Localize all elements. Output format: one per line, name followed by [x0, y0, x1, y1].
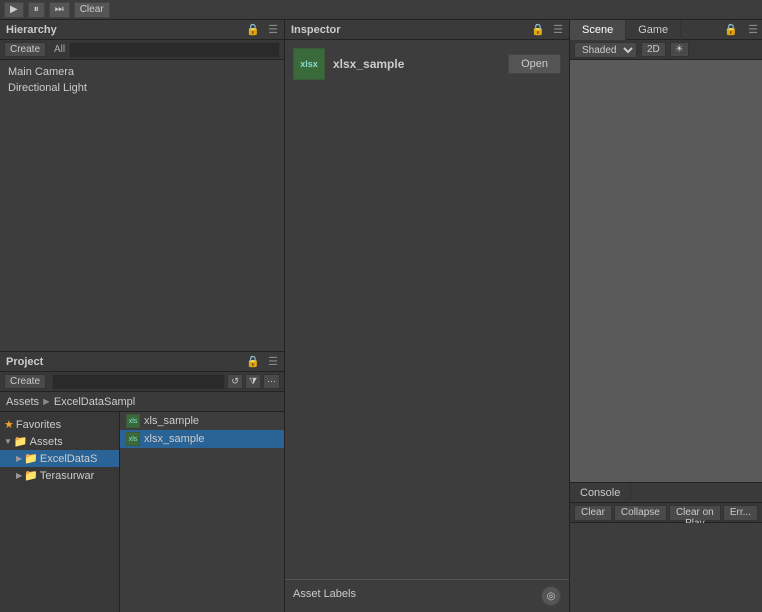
inspector-file-name: xlsx_sample: [333, 57, 404, 71]
toolbar-btn-clear[interactable]: Clear: [74, 2, 110, 18]
tree-favorites[interactable]: ★ Favorites: [0, 416, 119, 433]
xls-file-icon: xls: [126, 414, 140, 428]
breadcrumb: Assets ► ExcelDataSampl: [0, 392, 284, 412]
project-refresh-button[interactable]: ↺: [227, 374, 243, 389]
arrow-icon: ▼: [4, 437, 12, 446]
hierarchy-menu-icon: ☰: [268, 23, 278, 36]
hierarchy-toolbar: Create All: [0, 40, 284, 60]
console-header: Console: [570, 483, 762, 503]
hierarchy-header: Hierarchy 🔒 ☰: [0, 20, 284, 40]
inspector-file-icon: xlsx: [293, 48, 325, 80]
project-tree: ★ Favorites ▼ 📁 Assets ▶ 📁 ExcelDataS: [0, 412, 120, 612]
main-layout: Hierarchy 🔒 ☰ Create All Main Camera Dir…: [0, 20, 762, 612]
console-error-button[interactable]: Err...: [723, 505, 758, 521]
breadcrumb-assets[interactable]: Assets: [6, 396, 39, 408]
scene-view: [570, 60, 762, 482]
hierarchy-item-directional-light[interactable]: Directional Light: [0, 80, 284, 96]
console-tab[interactable]: Console: [570, 483, 631, 503]
console-clear-button[interactable]: Clear: [574, 505, 612, 521]
inspector-file-row: xlsx xlsx_sample Open: [293, 48, 561, 80]
file-xls-sample[interactable]: xls xls_sample: [120, 412, 284, 430]
console-content: [570, 523, 762, 612]
project-header: Project 🔒 ☰: [0, 352, 284, 372]
right-panel: Scene Game 🔒 ☰ Shaded 2D ☀ Console Clear: [570, 20, 762, 612]
subfolder2-arrow-icon: ▶: [16, 471, 22, 480]
project-files: xls xls_sample xls xlsx_sample: [120, 412, 284, 612]
scene-lock-icon: 🔒: [718, 23, 744, 36]
project-search-input[interactable]: [52, 374, 225, 390]
scene-toolbar: Shaded 2D ☀: [570, 40, 762, 60]
project-panel: Project 🔒 ☰ Create ↺ ⧩ ⋯ Assets ► ExcelD…: [0, 352, 284, 612]
subfolder-folder-icon: 📁: [24, 452, 38, 465]
project-content: ★ Favorites ▼ 📁 Assets ▶ 📁 ExcelDataS: [0, 412, 284, 612]
hierarchy-lock-icon: 🔒: [246, 23, 260, 36]
console-clear-on-play-button[interactable]: Clear on Play: [669, 505, 721, 521]
tab-scene[interactable]: Scene: [570, 20, 626, 40]
left-panel: Hierarchy 🔒 ☰ Create All Main Camera Dir…: [0, 20, 285, 612]
inspector-lock-icon: 🔒: [531, 23, 545, 36]
asset-label-button[interactable]: ◎: [541, 586, 561, 606]
xlsx-file-icon: xls: [126, 432, 140, 446]
subfolder2-folder-icon: 📁: [24, 469, 38, 482]
inspector-menu-icon: ☰: [553, 23, 563, 36]
tree-terasurwar[interactable]: ▶ 📁 Terasurwar: [0, 467, 119, 484]
scene-menu-icon: ☰: [744, 23, 762, 36]
hierarchy-title: Hierarchy: [6, 24, 57, 36]
hierarchy-item-main-camera[interactable]: Main Camera: [0, 64, 284, 80]
inspector-panel: Inspector 🔒 ☰ xlsx xlsx_sample Open Asse…: [285, 20, 570, 612]
breadcrumb-folder[interactable]: ExcelDataSampl: [54, 396, 135, 408]
console-collapse-button[interactable]: Collapse: [614, 505, 667, 521]
subfolder-arrow-icon: ▶: [16, 454, 22, 463]
hierarchy-search-input[interactable]: [69, 42, 280, 58]
asset-labels-title: Asset Labels: [293, 588, 356, 600]
project-options-button[interactable]: ⋯: [263, 374, 280, 389]
project-menu-icon: ☰: [268, 355, 278, 368]
top-toolbar: ▶ ⏸ ⏭ Clear: [0, 0, 762, 20]
inspector-content: xlsx xlsx_sample Open: [285, 40, 569, 579]
tree-assets[interactable]: ▼ 📁 Assets: [0, 433, 119, 450]
scene-game-header: Scene Game 🔒 ☰: [570, 20, 762, 40]
breadcrumb-separator: ►: [41, 396, 52, 408]
toolbar-btn-2[interactable]: ⏸: [28, 2, 45, 18]
star-icon: ★: [4, 418, 14, 431]
hierarchy-content: Main Camera Directional Light: [0, 60, 284, 351]
inspector-title: Inspector: [291, 24, 341, 36]
inspector-open-button[interactable]: Open: [508, 54, 561, 74]
project-title: Project: [6, 356, 43, 368]
project-toolbar: Create ↺ ⧩ ⋯: [0, 372, 284, 392]
project-lock-icon: 🔒: [246, 355, 260, 368]
inspector-bottom: Asset Labels ◎: [285, 579, 569, 612]
mode-2d-button[interactable]: 2D: [641, 42, 666, 57]
toolbar-btn-1[interactable]: ▶: [4, 2, 24, 18]
file-xlsx-sample[interactable]: xls xlsx_sample: [120, 430, 284, 448]
shading-select[interactable]: Shaded: [574, 42, 637, 58]
folder-icon: 📁: [14, 435, 28, 448]
console-panel: Console Clear Collapse Clear on Play Err…: [570, 482, 762, 612]
toolbar-btn-3[interactable]: ⏭: [49, 2, 70, 18]
project-create-button[interactable]: Create: [4, 374, 46, 389]
hierarchy-panel: Hierarchy 🔒 ☰ Create All Main Camera Dir…: [0, 20, 284, 352]
tree-exceldatas[interactable]: ▶ 📁 ExcelDataS: [0, 450, 119, 467]
inspector-header: Inspector 🔒 ☰: [285, 20, 569, 40]
sun-button[interactable]: ☀: [670, 42, 689, 57]
hierarchy-create-button[interactable]: Create: [4, 42, 46, 57]
console-toolbar: Clear Collapse Clear on Play Err...: [570, 503, 762, 523]
hierarchy-all-label: All: [54, 44, 65, 55]
tab-game[interactable]: Game: [626, 20, 681, 40]
project-filter-button[interactable]: ⧩: [245, 374, 261, 389]
